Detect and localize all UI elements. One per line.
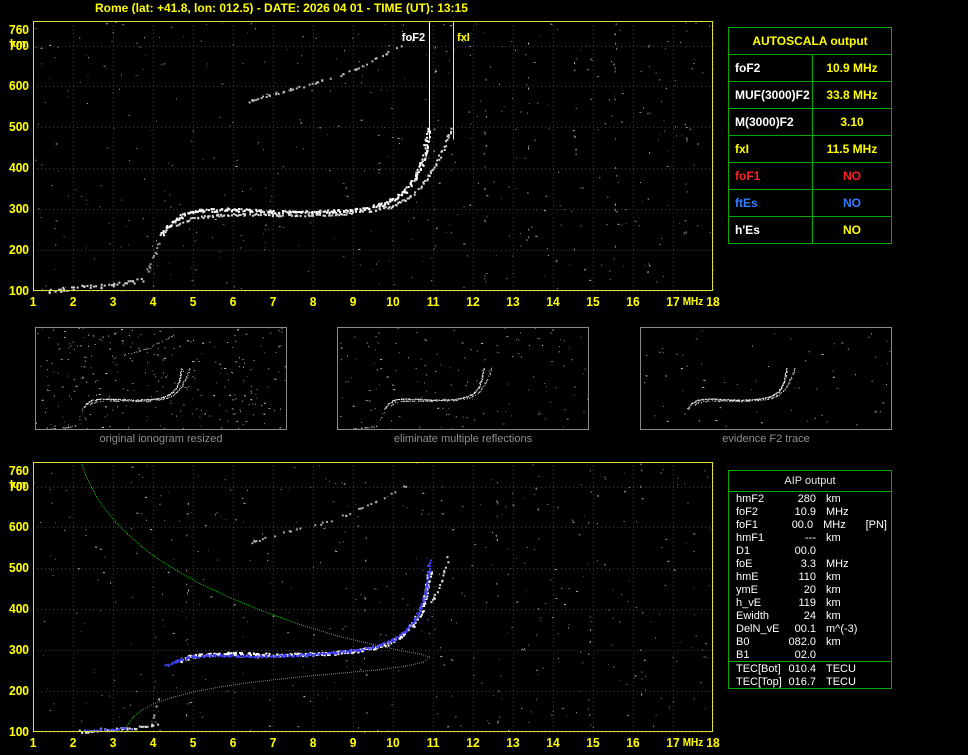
aip-unit: MHz — [823, 518, 846, 531]
autoscala-row-label: h'Es — [729, 217, 813, 243]
autoscala-row-label: ftEs — [729, 190, 813, 216]
autoscala-row-value: 33.8 MHz — [826, 88, 878, 102]
aip-row: TEC[Top] 016.7 TECU — [729, 675, 891, 688]
autoscala-row: MUF(3000)F2 33.8 MHz — [729, 81, 891, 108]
aip-unit: TECU — [826, 675, 856, 688]
aip-label: B1 — [736, 648, 750, 661]
autoscala-row: foF1 NO — [729, 162, 891, 189]
aip-label: ymE — [736, 583, 758, 596]
aip-value: 280 — [797, 492, 816, 505]
aip-extra: [PN] — [865, 518, 887, 531]
aip-value: 110 — [798, 570, 816, 583]
aip-label: foF1 — [736, 518, 759, 531]
aip-unit: km — [826, 635, 841, 648]
aip-value: 20 — [803, 583, 816, 596]
aip-value: 119 — [798, 596, 816, 609]
autoscala-row-label: MUF(3000)F2 — [729, 82, 813, 108]
aip-value: 3.3 — [800, 557, 816, 570]
aip-label: foF2 — [736, 505, 759, 518]
aip-unit: km — [826, 570, 841, 583]
aip-value: 00.0 — [791, 518, 814, 531]
aip-row: ymE 20 km — [729, 583, 891, 596]
autoscala-row: M(3000)F2 3.10 — [729, 108, 891, 135]
aip-table-body: hmF2 280 km foF2 10.9 MHz foF1 00.0 MHz [PN] hmF1 -… — [729, 492, 891, 688]
aip-value: 00.0 — [794, 544, 816, 557]
window-title: Rome (lat: +41.8, lon: 012.5) - DATE: 20… — [95, 1, 468, 15]
aip-unit: m^(-3) — [826, 622, 858, 635]
thumbnail-evidence-f2 — [640, 327, 892, 430]
aip-row: D1 00.0 — [729, 544, 891, 557]
aip-value: 00.1 — [794, 622, 816, 635]
ionogram-top-canvas — [0, 14, 726, 314]
aip-row: hmE 110 km — [729, 570, 891, 583]
autoscala-row-value: NO — [843, 223, 861, 237]
autoscala-row-value: NO — [843, 196, 861, 210]
aip-value: --- — [805, 531, 816, 544]
aip-value: 24 — [803, 609, 816, 622]
aip-unit: km — [826, 596, 841, 609]
aip-label: B0 — [736, 635, 750, 648]
aip-table-title: AIP output — [729, 471, 891, 492]
autoscala-window: Rome (lat: +41.8, lon: 012.5) - DATE: 20… — [0, 0, 968, 755]
aip-label: hmE — [736, 570, 759, 583]
aip-unit: MHz — [826, 557, 849, 570]
thumbnail-caption-eliminate: eliminate multiple reflections — [393, 433, 533, 445]
autoscala-row-label: foF1 — [729, 163, 813, 189]
ionogram-profile-canvas — [0, 455, 726, 755]
autoscala-row-label: M(3000)F2 — [729, 109, 813, 135]
aip-label: D1 — [736, 544, 751, 557]
thumbnail-caption-original: original ionogram resized — [99, 433, 223, 445]
autoscala-row-label: fxI — [729, 136, 813, 162]
thumbnail-eliminate-reflections — [337, 327, 589, 430]
autoscala-row: fxI 11.5 MHz — [729, 135, 891, 162]
aip-row: foF2 10.9 MHz — [729, 505, 891, 518]
aip-value: 016.7 — [788, 675, 816, 688]
aip-unit: km — [826, 531, 841, 544]
thumbnail-original-ionogram — [35, 327, 287, 430]
aip-unit: MHz — [826, 505, 849, 518]
aip-label: DelN_vE — [736, 622, 780, 635]
aip-label: foE — [736, 557, 753, 570]
aip-unit: km — [826, 609, 841, 622]
thumbnail-caption-evidence: evidence F2 trace — [722, 433, 810, 445]
autoscala-row: ftEs NO — [729, 189, 891, 216]
aip-row: foF1 00.0 MHz [PN] — [729, 518, 891, 531]
aip-unit: km — [826, 583, 841, 596]
aip-label: TEC[Top] — [736, 675, 782, 688]
aip-value: 02.0 — [794, 648, 816, 661]
autoscala-row-value: 11.5 MHz — [826, 142, 878, 156]
aip-row: Ewidth 24 km — [729, 609, 891, 622]
autoscala-table-body: foF2 10.9 MHz MUF(3000)F2 33.8 MHz M(3000)F2… — [729, 54, 891, 243]
aip-unit: TECU — [826, 662, 856, 675]
autoscala-table-title: AUTOSCALA output — [752, 34, 868, 48]
aip-value: 082.0 — [788, 635, 816, 648]
aip-label: h_vE — [736, 596, 762, 609]
aip-label: hmF1 — [736, 531, 765, 544]
aip-row: hmF2 280 km — [729, 492, 891, 505]
aip-row: B0 082.0 km — [729, 635, 891, 648]
aip-label: Ewidth — [736, 609, 770, 622]
aip-output-table: AIP output hmF2 280 km foF2 10.9 MHz foF1 00.0 M… — [728, 470, 892, 689]
autoscala-output-table: AUTOSCALA output foF2 10.9 MHz MUF(3000)F2… — [728, 27, 892, 244]
aip-unit: km — [826, 492, 841, 505]
aip-row: hmF1 --- km — [729, 531, 891, 544]
aip-row: DelN_vE 00.1 m^(-3) — [729, 622, 891, 635]
autoscala-row-label: foF2 — [729, 55, 813, 81]
autoscala-row-value: 3.10 — [840, 115, 864, 129]
autoscala-row: foF2 10.9 MHz — [729, 54, 891, 81]
aip-label: hmF2 — [736, 492, 765, 505]
autoscala-row: h'Es NO — [729, 216, 891, 243]
aip-row: h_vE 119 km — [729, 596, 891, 609]
aip-value: 10.9 — [794, 505, 816, 518]
aip-row: B1 02.0 — [729, 648, 891, 661]
aip-value: 010.4 — [788, 662, 816, 675]
aip-label: TEC[Bot] — [736, 662, 781, 675]
aip-row: foE 3.3 MHz — [729, 557, 891, 570]
aip-row: TEC[Bot] 010.4 TECU — [729, 661, 891, 675]
autoscala-row-value: 10.9 MHz — [826, 61, 878, 75]
autoscala-row-value: NO — [843, 169, 861, 183]
